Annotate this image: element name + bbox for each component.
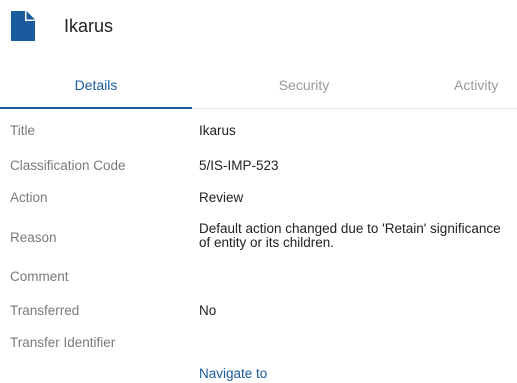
- title-label: Title: [10, 123, 36, 138]
- reason-value: Default action changed due to 'Retain' s…: [199, 221, 501, 250]
- action-label: Action: [10, 190, 48, 205]
- document-icon: [11, 11, 35, 41]
- title-value: Ikarus: [199, 123, 236, 138]
- comment-label: Comment: [10, 269, 69, 284]
- action-value: Review: [199, 190, 244, 205]
- active-tab-indicator: [0, 107, 192, 109]
- tab-activity[interactable]: Activity: [454, 62, 517, 108]
- transfer-identifier-label: Transfer Identifier: [10, 335, 116, 350]
- tab-bar: Details Security Activity: [0, 62, 517, 109]
- classification-code-value: 5/IS-IMP-523: [199, 158, 279, 173]
- reason-label: Reason: [10, 230, 57, 245]
- navigate-to-link[interactable]: Navigate to: [199, 366, 267, 381]
- transferred-label: Transferred: [10, 303, 80, 318]
- page-title: Ikarus: [64, 16, 114, 36]
- header: Ikarus: [0, 0, 517, 62]
- classification-code-label: Classification Code: [10, 158, 126, 173]
- tab-details[interactable]: Details: [0, 62, 192, 108]
- transferred-value: No: [199, 303, 217, 318]
- tab-security[interactable]: Security: [192, 62, 416, 108]
